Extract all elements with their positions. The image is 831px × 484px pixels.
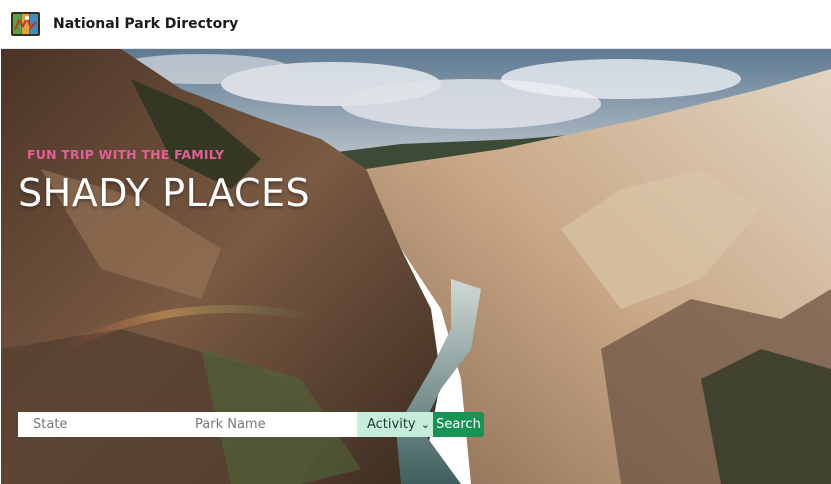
hero-tagline: FUN TRIP WITH THE FAMILY bbox=[27, 147, 225, 162]
hero-banner: FUN TRIP WITH THE FAMILY SHADY PLACES Ac… bbox=[1, 49, 831, 484]
navbar: National Park Directory bbox=[0, 0, 831, 49]
park-name-input[interactable] bbox=[180, 412, 357, 437]
hero-headline: SHADY PLACES bbox=[18, 171, 311, 215]
chevron-down-icon: ⌄ bbox=[420, 418, 430, 431]
search-button[interactable]: Search bbox=[433, 412, 484, 437]
search-bar: Activity ⌄ Search bbox=[18, 412, 484, 437]
activity-select[interactable]: Activity ⌄ bbox=[357, 412, 433, 437]
brand-title[interactable]: National Park Directory bbox=[53, 16, 238, 32]
activity-select-value: Activity bbox=[367, 417, 416, 432]
park-map-icon[interactable] bbox=[10, 10, 41, 38]
state-input[interactable] bbox=[18, 412, 180, 437]
